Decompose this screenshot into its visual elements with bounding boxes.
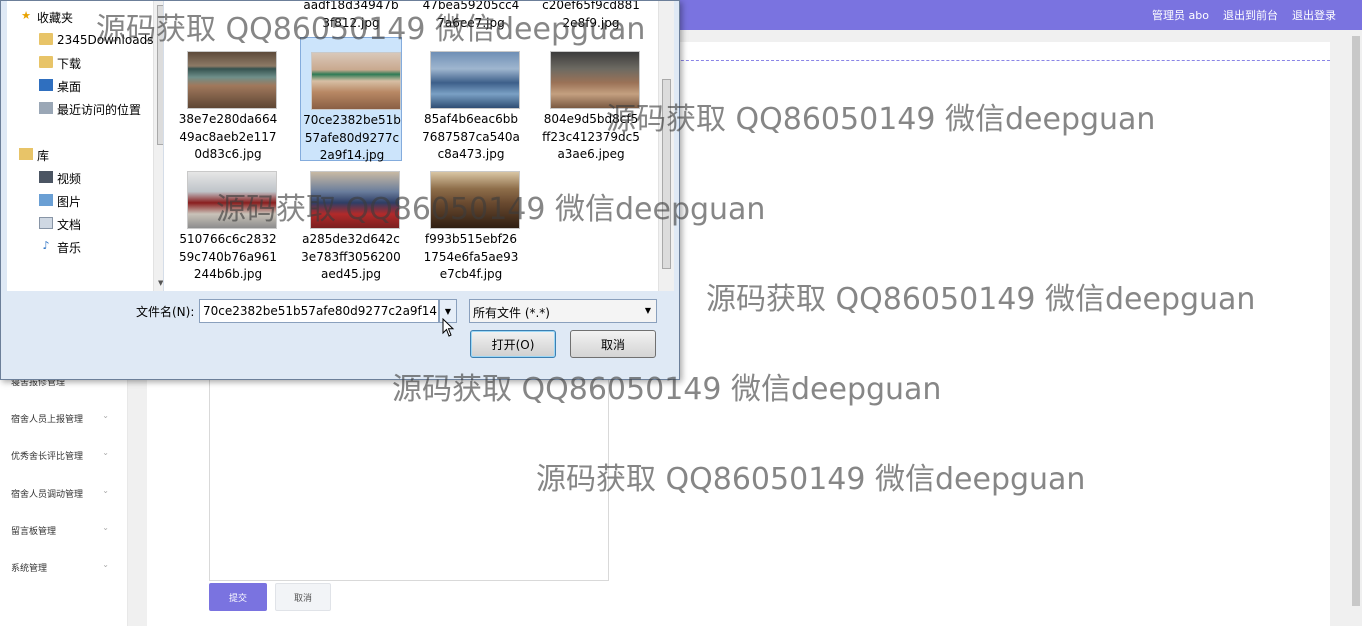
nav-label: 桌面: [57, 79, 82, 94]
file-item-selected[interactable]: 70ce2382be51b 57afe80d9277c 2a9f14.jpg: [300, 37, 402, 162]
file-name: 510766c6c2832 59c740b76a961 244b6b.jpg: [179, 232, 277, 281]
open-button[interactable]: 打开(O): [470, 330, 556, 358]
goto-frontend-link[interactable]: 退出到前台: [1223, 7, 1278, 23]
file-thumbnail: [430, 51, 520, 109]
filename-value: 70ce2382be51b57afe80d9277c2a9f14.jp: [203, 304, 437, 318]
page-scrollbar[interactable]: [1350, 30, 1362, 626]
star-icon: ★: [21, 9, 31, 22]
chevron-down-icon: ⌄: [102, 560, 109, 569]
file-item[interactable]: 85af4b6eac6bb 7687587ca540a c8a473.jpg: [420, 37, 522, 161]
nav-desktop[interactable]: 桌面: [39, 76, 82, 96]
chevron-down-icon: ⌄: [102, 523, 109, 532]
picture-icon: [39, 194, 53, 206]
music-icon: ♪: [42, 239, 50, 252]
file-thumbnail: [311, 52, 401, 110]
nav-label: 音乐: [57, 240, 82, 255]
chevron-down-icon: ⌄: [102, 486, 109, 495]
chevron-down-icon: ⌄: [102, 411, 109, 420]
scrollbar-thumb[interactable]: [1352, 36, 1360, 606]
sidebar-item-evaluation[interactable]: 优秀舍长评比管理 ⌄: [11, 445, 121, 465]
watermark-text: 源码获取 QQ86050149 微信deepguan: [536, 462, 1086, 497]
cancel-button[interactable]: 取消: [275, 583, 331, 611]
file-name: 38e7e280da664 49ac8aeb2e117 0d83c6.jpg: [178, 112, 278, 161]
watermark-text: 源码获取 QQ86050149 微信deepguan: [216, 192, 766, 227]
nav-label: 视频: [57, 171, 82, 186]
logout-link[interactable]: 退出登录: [1292, 7, 1336, 23]
video-icon: [39, 171, 53, 183]
folder-icon: [39, 33, 53, 45]
nav-label: 收藏夹: [37, 10, 74, 25]
filetype-value: 所有文件 (*.*): [473, 306, 550, 320]
file-name: f993b515ebf26 1754e6fa5ae93 e7cb4f.jpg: [423, 232, 519, 281]
admin-user-label: 管理员 abo: [1152, 9, 1209, 22]
sidebar-item-label: 宿舍人员调动管理: [11, 489, 84, 500]
sidebar-item-label: 优秀舍长评比管理: [11, 451, 84, 462]
nav-label: 图片: [57, 194, 82, 209]
file-thumbnail: [187, 51, 277, 109]
recent-icon: [39, 102, 53, 114]
nav-videos[interactable]: 视频: [39, 168, 82, 188]
nav-pictures[interactable]: 图片: [39, 191, 82, 211]
sidebar-item-label: 留言板管理: [11, 526, 57, 537]
library-icon: [19, 148, 33, 160]
filename-label: 文件名(N):: [136, 305, 195, 319]
submit-button[interactable]: 提交: [209, 583, 267, 611]
sidebar-item-messages[interactable]: 留言板管理 ⌄: [11, 520, 121, 540]
nav-recent[interactable]: 最近访问的位置: [39, 99, 142, 119]
file-list-scrollbar[interactable]: [658, 1, 674, 291]
sidebar-item-label: 系统管理: [11, 563, 48, 574]
desktop-icon: [39, 79, 53, 91]
sidebar-item-system[interactable]: 系统管理 ⌄: [11, 557, 121, 577]
nav-label: 文档: [57, 217, 82, 232]
sidebar-item-label: 宿舍人员上报管理: [11, 414, 84, 425]
filename-input[interactable]: 70ce2382be51b57afe80d9277c2a9f14.jp: [199, 299, 439, 323]
folder-icon: [39, 56, 53, 68]
watermark-text: 源码获取 QQ86050149 微信deepguan: [606, 102, 1156, 137]
nav-label: 最近访问的位置: [57, 102, 142, 117]
watermark-text: 源码获取 QQ86050149 微信deepguan: [96, 12, 646, 47]
nav-downloads[interactable]: 下载: [39, 53, 82, 73]
dialog-cancel-button[interactable]: 取消: [570, 330, 656, 358]
topbar-links: 管理员 abo 退出到前台 退出登录: [1152, 0, 1336, 30]
document-icon: [39, 217, 53, 229]
nav-library[interactable]: 库: [19, 145, 50, 165]
nav-documents[interactable]: 文档: [39, 214, 82, 234]
nav-label: 下载: [57, 56, 82, 71]
nav-music[interactable]: ♪ 音乐: [42, 237, 82, 257]
mouse-cursor-icon: [442, 318, 455, 337]
file-item[interactable]: 38e7e280da664 49ac8aeb2e117 0d83c6.jpg: [177, 37, 279, 161]
chevron-down-icon: ▼: [444, 306, 452, 316]
watermark-text: 源码获取 QQ86050149 微信deepguan: [392, 372, 942, 407]
watermark-text: 源码获取 QQ86050149 微信deepguan: [706, 282, 1256, 317]
nav-label: 库: [37, 148, 50, 163]
file-name: 85af4b6eac6bb 7687587ca540a c8a473.jpg: [422, 112, 520, 161]
filetype-select[interactable]: 所有文件 (*.*) ▼: [469, 299, 657, 323]
scroll-down-arrow-icon[interactable]: ▼: [158, 279, 163, 287]
chevron-down-icon: ▼: [644, 306, 651, 315]
file-name: a285de32d642c 3e783ff3056200 aed45.jpg: [301, 232, 401, 281]
sidebar-item-report[interactable]: 宿舍人员上报管理 ⌄: [11, 408, 121, 428]
chevron-down-icon: ⌄: [102, 448, 109, 457]
sidebar-item-transfer[interactable]: 宿舍人员调动管理 ⌄: [11, 483, 121, 503]
nav-favorites[interactable]: ★ 收藏夹: [21, 7, 74, 27]
